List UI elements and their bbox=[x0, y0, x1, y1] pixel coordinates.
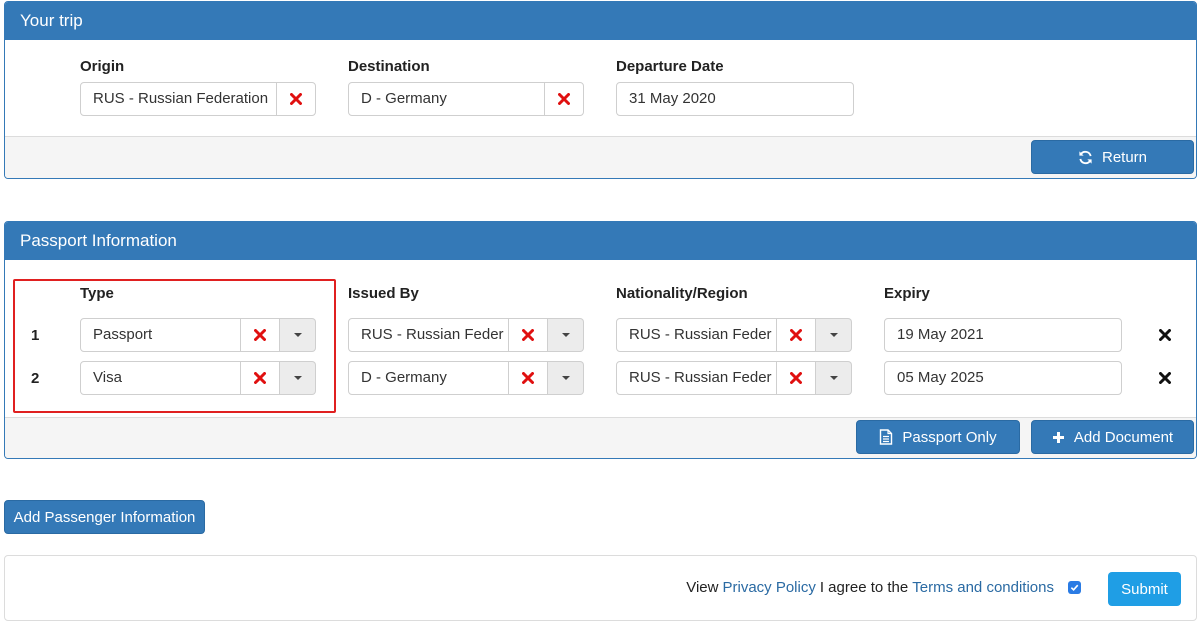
your-trip-title: Your trip bbox=[5, 2, 1196, 40]
passport-information-title: Passport Information bbox=[5, 222, 1196, 260]
refresh-icon bbox=[1079, 150, 1092, 164]
origin-field[interactable]: RUS - Russian Federation bbox=[80, 82, 277, 116]
delete-document-button[interactable] bbox=[1159, 371, 1171, 389]
black-x-icon bbox=[1159, 329, 1171, 341]
nationality-dropdown-button[interactable] bbox=[816, 318, 852, 352]
clear-issued-by-button[interactable] bbox=[508, 318, 548, 352]
your-trip-footer: Return bbox=[5, 136, 1196, 178]
destination-label: Destination bbox=[348, 58, 430, 75]
caret-down-icon bbox=[829, 333, 838, 337]
issued-by-field[interactable]: RUS - Russian Feder bbox=[348, 318, 509, 352]
issued-by-dropdown-button[interactable] bbox=[548, 318, 584, 352]
your-trip-panel: Your trip Origin RUS - Russian Federatio… bbox=[4, 1, 1197, 179]
submit-panel: View Privacy Policy I agree to the Terms… bbox=[4, 555, 1197, 621]
expiry-field[interactable]: 05 May 2025 bbox=[884, 361, 1122, 395]
passport-information-footer: Passport Only Add Document bbox=[5, 417, 1196, 458]
submit-label: Submit bbox=[1121, 580, 1168, 598]
nationality-dropdown-button[interactable] bbox=[816, 361, 852, 395]
clear-destination-button[interactable] bbox=[544, 82, 584, 116]
red-x-icon bbox=[290, 93, 302, 105]
nationality-field[interactable]: RUS - Russian Feder bbox=[616, 318, 777, 352]
delete-document-button[interactable] bbox=[1159, 328, 1171, 346]
nationality-header: Nationality/Region bbox=[616, 285, 748, 302]
terms-and-conditions-link[interactable]: Terms and conditions bbox=[912, 579, 1054, 596]
checkmark-icon bbox=[1070, 584, 1079, 592]
caret-down-icon bbox=[829, 376, 838, 380]
issued-by-header: Issued By bbox=[348, 285, 419, 302]
submit-button[interactable]: Submit bbox=[1108, 572, 1181, 606]
nationality-field[interactable]: RUS - Russian Feder bbox=[616, 361, 777, 395]
issued-by-field[interactable]: D - Germany bbox=[348, 361, 509, 395]
caret-down-icon bbox=[561, 376, 570, 380]
destination-field[interactable]: D - Germany bbox=[348, 82, 545, 116]
red-x-icon bbox=[790, 329, 802, 341]
clear-nationality-button[interactable] bbox=[776, 361, 816, 395]
passport-only-label: Passport Only bbox=[902, 428, 997, 446]
terms-agreement: View Privacy Policy I agree to the Terms… bbox=[686, 579, 1081, 596]
add-document-label: Add Document bbox=[1073, 428, 1174, 446]
clear-nationality-button[interactable] bbox=[776, 318, 816, 352]
return-button-label: Return bbox=[1101, 148, 1148, 166]
red-x-icon bbox=[522, 372, 534, 384]
plus-icon bbox=[1052, 431, 1064, 443]
red-x-icon bbox=[558, 93, 570, 105]
agree-text: I agree to the bbox=[819, 579, 909, 596]
black-x-icon bbox=[1159, 372, 1171, 384]
departure-date-label: Departure Date bbox=[616, 58, 724, 75]
view-text: View bbox=[686, 579, 719, 596]
expiry-field[interactable]: 19 May 2021 bbox=[884, 318, 1122, 352]
origin-label: Origin bbox=[80, 58, 125, 75]
add-passenger-information-label: Add Passenger Information bbox=[13, 508, 196, 526]
type-column-highlight bbox=[13, 279, 336, 413]
clear-origin-button[interactable] bbox=[276, 82, 316, 116]
clear-issued-by-button[interactable] bbox=[508, 361, 548, 395]
red-x-icon bbox=[522, 329, 534, 341]
add-document-button[interactable]: Add Document bbox=[1031, 420, 1194, 454]
terms-checkbox[interactable] bbox=[1068, 581, 1081, 594]
caret-down-icon bbox=[561, 333, 570, 337]
document-icon bbox=[880, 429, 893, 445]
privacy-policy-link[interactable]: Privacy Policy bbox=[722, 579, 815, 596]
return-button[interactable]: Return bbox=[1031, 140, 1194, 174]
departure-date-field[interactable]: 31 May 2020 bbox=[616, 82, 854, 116]
issued-by-dropdown-button[interactable] bbox=[548, 361, 584, 395]
add-passenger-information-button[interactable]: Add Passenger Information bbox=[4, 500, 205, 534]
expiry-header: Expiry bbox=[884, 285, 930, 302]
red-x-icon bbox=[790, 372, 802, 384]
passport-only-button[interactable]: Passport Only bbox=[856, 420, 1020, 454]
